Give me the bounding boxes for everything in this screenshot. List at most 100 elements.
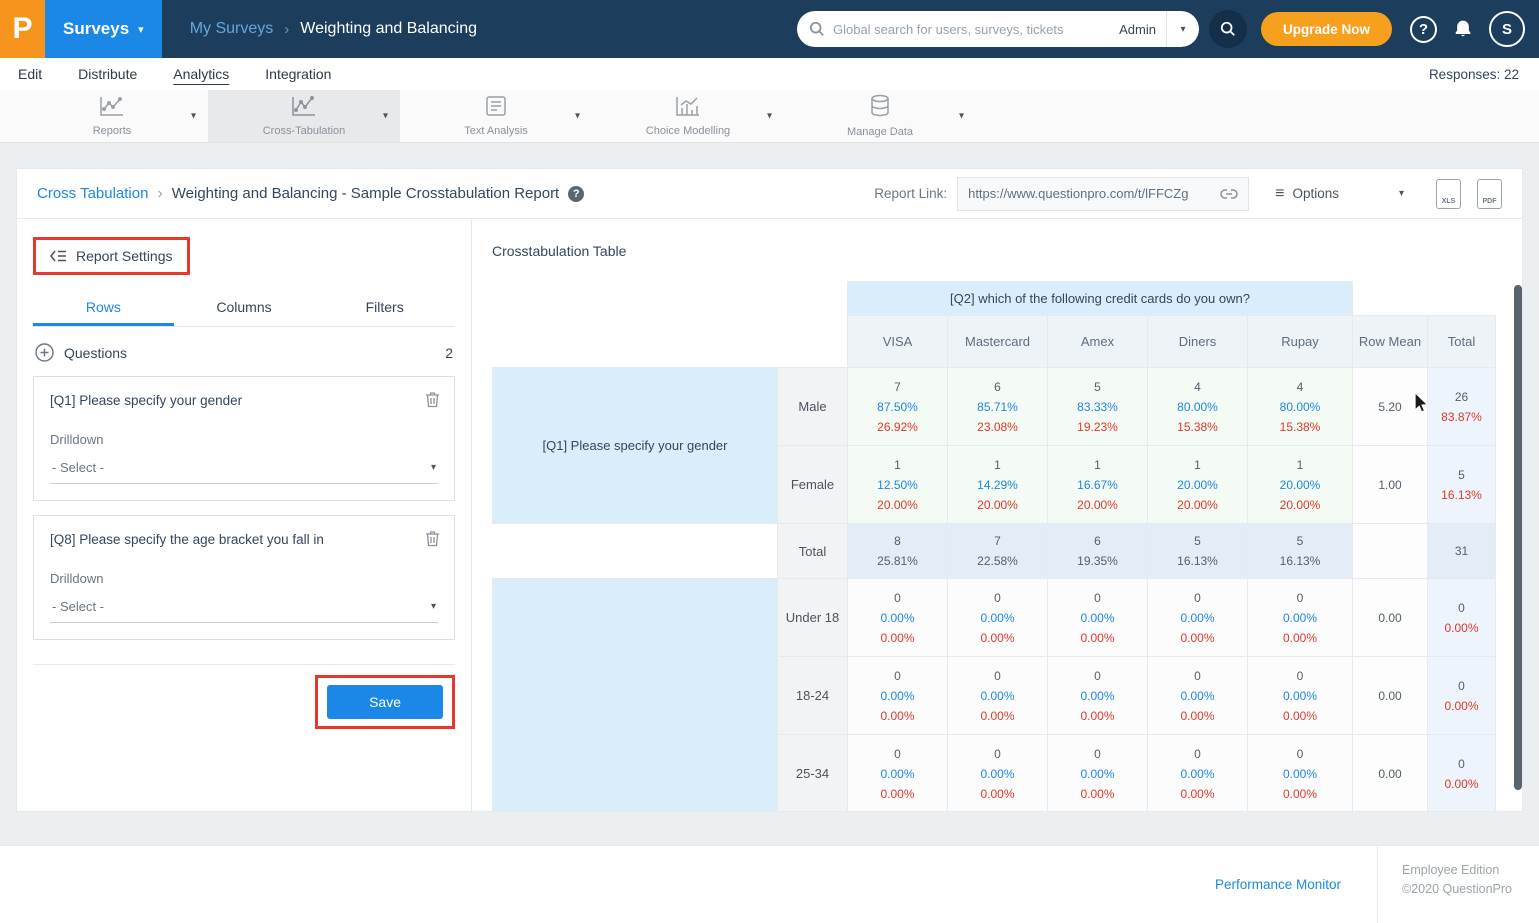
questionpro-logo[interactable]: P [0,0,45,58]
data-cell: 516.13% [1148,524,1248,579]
total-cell: 31 [1428,524,1496,579]
data-cell: 00.00%0.00% [1148,579,1248,657]
data-cell: 787.50%26.92% [848,368,948,446]
performance-monitor-link[interactable]: Performance Monitor [1215,877,1341,892]
cell-value: 16.13% [1428,485,1495,505]
cell-value: 0.00% [848,764,947,784]
cell-value: 0.00% [848,628,947,648]
vertical-scrollbar[interactable] [1514,285,1522,790]
cell-value: 0.00% [948,686,1047,706]
report-link-url[interactable]: https://www.questionpro.com/t/lFFCZg [968,186,1212,201]
toolbar-item-text-analysis[interactable]: Text Analysis ▾ [400,90,592,142]
chevron-down-icon: ▾ [431,601,436,612]
nav-item-distribute[interactable]: Distribute [78,66,137,82]
cell-value: 0 [948,588,1047,608]
cell-value: 0 [1248,744,1352,764]
cell-value: 0.00% [1428,774,1495,794]
search-submit-button[interactable] [1209,10,1247,48]
data-cell: 00.00%0.00% [1248,735,1353,812]
report-settings-button[interactable]: Report Settings [38,242,185,270]
breadcrumb-my-surveys[interactable]: My Surveys [190,20,274,38]
trash-icon[interactable] [425,391,440,413]
cell-value: 0.00% [1048,764,1147,784]
toolbar-item-choice-modelling[interactable]: Choice Modelling▾ [592,90,784,142]
cell-value: 0 [1428,598,1495,618]
data-cell: 00.00%0.00% [848,657,948,735]
data-cell: 00.00%0.00% [1148,657,1248,735]
cell-value: 19.23% [1048,417,1147,437]
data-cell: 00.00%0.00% [1248,657,1353,735]
cell-value: 15.38% [1148,417,1247,437]
cell-value: 0 [1048,666,1147,686]
tab-filters[interactable]: Filters [314,289,455,326]
chevron-down-icon: ▾ [1180,24,1185,35]
cell-value: 12.50% [848,475,947,495]
cell-value: 0.00% [1048,608,1147,628]
cell-value: 31 [1428,541,1495,561]
nav-item-edit[interactable]: Edit [18,66,42,82]
options-dropdown[interactable]: ≡ Options ▾ [1275,185,1404,203]
export-xls-button[interactable]: XLS [1436,179,1461,209]
drilldown-select[interactable]: - Select -▾ [50,451,438,484]
chevron-down-icon[interactable]: ▾ [383,111,388,122]
toolbar-item-manage-data[interactable]: Manage Data▾ [784,90,976,142]
chevron-down-icon[interactable]: ▾ [767,111,772,122]
global-search-input[interactable] [833,22,1109,37]
data-cell: 00.00%0.00% [948,657,1048,735]
cell-value: 1 [848,455,947,475]
toolbar-item-cross-tabulation[interactable]: Cross-Tabulation▾ [208,90,400,142]
upgrade-now-button[interactable]: Upgrade Now [1261,12,1392,46]
export-pdf-button[interactable]: PDF [1477,179,1502,209]
cell-value: 0 [1248,588,1352,608]
row-mean-cell: 1.00 [1353,446,1428,524]
cell-value: 0 [948,666,1047,686]
link-icon[interactable] [1220,189,1238,199]
text-analysis-icon [485,95,507,122]
column-header-mastercard: Mastercard [948,316,1048,368]
cell-value: 0 [848,666,947,686]
toolbar-item-reports[interactable]: Reports ▾ [16,90,208,142]
chevron-down-icon: ▾ [1399,188,1404,199]
annotation-red-box: Report Settings [33,237,190,275]
cell-value: 20.00% [1048,495,1147,515]
edition-line2: ©2020 QuestionPro [1402,880,1515,899]
report-link-box: https://www.questionpro.com/t/lFFCZg [957,177,1249,211]
cell-value: 0.00% [948,784,1047,804]
data-cell: 00.00%0.00% [848,735,948,812]
data-cell: 112.50%20.00% [848,446,948,524]
notifications-bell-icon[interactable] [1453,18,1473,40]
report-help-icon[interactable]: ? [568,186,584,202]
column-header-total: Total [1428,316,1496,368]
cross-tabulation-link[interactable]: Cross Tabulation [37,185,148,202]
select-value: - Select - [52,599,104,614]
data-cell: 120.00%20.00% [1248,446,1353,524]
nav-item-analytics[interactable]: Analytics [173,66,229,82]
chevron-down-icon[interactable]: ▾ [191,111,196,122]
data-cell: 00.00%0.00% [1148,735,1248,812]
tab-rows[interactable]: Rows [33,289,174,326]
save-button[interactable]: Save [327,685,443,719]
save-row: Save [33,675,455,729]
nav-item-integration[interactable]: Integration [265,66,331,82]
add-question-icon[interactable] [35,343,54,362]
tab-columns[interactable]: Columns [174,289,315,326]
trash-icon[interactable] [425,530,440,552]
user-avatar[interactable]: S [1489,11,1525,47]
toolbar-item-label: Reports [93,125,132,137]
drilldown-select[interactable]: - Select - ▾ [50,590,438,623]
toolbar-item-inner: Text Analysis [464,95,528,137]
column-header-diners: Diners [1148,316,1248,368]
chevron-down-icon[interactable]: ▾ [959,111,964,122]
cell-value: 16.67% [1048,475,1147,495]
survey-navbar: EditDistributeAnalyticsIntegration Respo… [0,58,1539,90]
help-button[interactable]: ? [1410,16,1437,43]
data-cell: 722.58% [948,524,1048,579]
cell-value: 5 [1248,531,1352,551]
cell-value: 6 [948,377,1047,397]
cell-value: 83.33% [1048,397,1147,417]
question-cards: [Q1] Please specify your genderDrilldown… [33,376,455,640]
search-scope-value[interactable]: Admin [1109,22,1166,37]
search-scope-dropdown[interactable]: ▾ [1166,11,1199,47]
chevron-down-icon[interactable]: ▾ [575,111,580,122]
product-menu-surveys[interactable]: Surveys ▾ [45,0,162,58]
